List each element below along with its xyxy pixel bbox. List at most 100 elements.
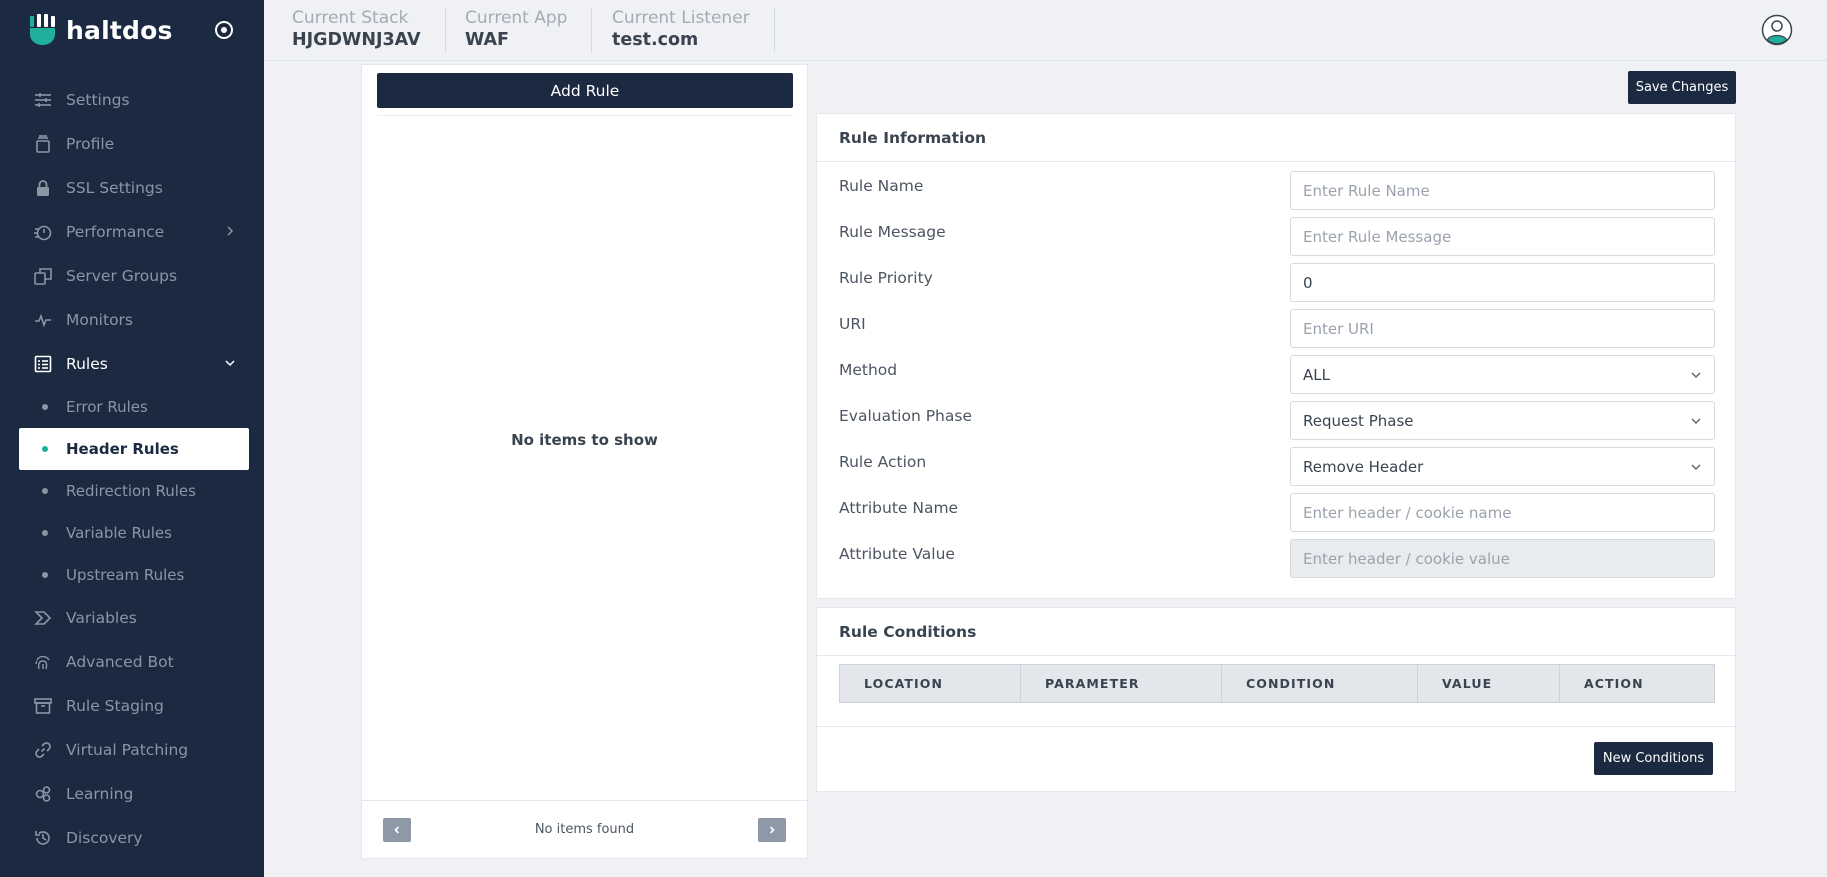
sidebar-item-label: SSL Settings: [66, 179, 163, 197]
list-icon: [34, 355, 52, 373]
sidebar: haltdos Settings Profile SSL Settings Pe…: [0, 0, 264, 877]
sidebar-item-label: Settings: [66, 91, 130, 109]
lock-icon: [34, 179, 52, 197]
method-row: Method ALL: [839, 355, 1715, 395]
current-stack[interactable]: Current Stack HJGDWNJ3AV: [292, 8, 446, 52]
rule-name-row: Rule Name Enter Rule Name: [839, 171, 1715, 211]
uri-label: URI: [839, 315, 866, 333]
rule-priority-row: Rule Priority 0: [839, 263, 1715, 303]
current-app-label: Current App: [465, 8, 568, 28]
sidebar-item-discovery[interactable]: Discovery: [0, 816, 264, 860]
uri-row: URI Enter URI: [839, 309, 1715, 349]
rule-information-title: Rule Information: [817, 114, 1735, 162]
archive-icon: [34, 697, 52, 715]
sidebar-subitem-label: Header Rules: [66, 440, 179, 458]
rule-conditions-title: Rule Conditions: [817, 608, 1735, 656]
sidebar-subitem-header-rules[interactable]: Header Rules: [19, 428, 249, 470]
attribute-name-row: Attribute Name Enter header / cookie nam…: [839, 493, 1715, 533]
sidebar-item-virtual-patching[interactable]: Virtual Patching: [0, 728, 264, 772]
sidebar-item-learning[interactable]: Learning: [0, 772, 264, 816]
current-listener-label: Current Listener: [612, 8, 750, 28]
bullet-icon: [42, 446, 48, 452]
target-icon[interactable]: [214, 20, 234, 40]
chevron-right-icon: [769, 826, 775, 834]
bullet-icon: [42, 572, 48, 578]
chevron-down-icon: [1691, 372, 1701, 378]
sidebar-item-label: Server Groups: [66, 267, 178, 285]
sidebar-item-rule-staging[interactable]: Rule Staging: [0, 684, 264, 728]
rule-list-panel: Add Rule No items to show No items found: [361, 64, 808, 859]
rule-conditions-card: Rule Conditions LOCATION PARAMETER CONDI…: [816, 607, 1736, 792]
sidebar-item-server-groups[interactable]: Server Groups: [0, 254, 264, 298]
method-select[interactable]: ALL: [1290, 355, 1715, 394]
sidebar-item-label: Variables: [66, 609, 137, 627]
sidebar-subitem-label: Variable Rules: [66, 524, 172, 542]
rule-message-label: Rule Message: [839, 223, 946, 241]
user-avatar-icon[interactable]: [1761, 14, 1793, 46]
uri-input[interactable]: Enter URI: [1290, 309, 1715, 348]
sidebar-nav: Settings Profile SSL Settings Performanc…: [0, 78, 264, 860]
chevron-down-icon: [1691, 418, 1701, 424]
evaluation-phase-select[interactable]: Request Phase: [1290, 401, 1715, 440]
new-conditions-button[interactable]: New Conditions: [1594, 742, 1713, 775]
attribute-value-input[interactable]: Enter header / cookie value: [1290, 539, 1715, 578]
empty-list-message: No items to show: [511, 431, 658, 449]
stopwatch-icon: [34, 223, 52, 241]
sidebar-item-rules[interactable]: Rules: [0, 342, 264, 386]
attribute-value-label: Attribute Value: [839, 545, 955, 563]
sidebar-item-ssl-settings[interactable]: SSL Settings: [0, 166, 264, 210]
sidebar-subitem-redirection-rules[interactable]: Redirection Rules: [0, 470, 264, 512]
sidebar-subitem-variable-rules[interactable]: Variable Rules: [0, 512, 264, 554]
history-icon: [34, 829, 52, 847]
sidebar-item-profile[interactable]: Profile: [0, 122, 264, 166]
copy-icon: [34, 267, 52, 285]
sidebar-item-monitors[interactable]: Monitors: [0, 298, 264, 342]
sidebar-item-performance[interactable]: Performance: [0, 210, 264, 254]
rule-message-row: Rule Message Enter Rule Message: [839, 217, 1715, 257]
brand: haltdos: [0, 0, 264, 60]
rule-action-row: Rule Action Remove Header: [839, 447, 1715, 487]
bullet-icon: [42, 488, 48, 494]
evaluation-phase-row: Evaluation Phase Request Phase: [839, 401, 1715, 441]
rule-list-footer: No items found: [362, 800, 807, 858]
rule-message-input[interactable]: Enter Rule Message: [1290, 217, 1715, 256]
add-rule-button[interactable]: Add Rule: [377, 73, 793, 108]
sidebar-item-label: Rule Staging: [66, 697, 164, 715]
method-select-value: ALL: [1303, 365, 1330, 384]
rule-action-select-value: Remove Header: [1303, 457, 1424, 476]
sidebar-item-label: Rules: [66, 355, 108, 373]
sliders-icon: [34, 91, 52, 109]
topbar: Current Stack HJGDWNJ3AV Current App WAF…: [264, 0, 1827, 61]
conditions-table-header: LOCATION PARAMETER CONDITION VALUE ACTIO…: [839, 664, 1715, 703]
sidebar-subitem-label: Error Rules: [66, 398, 148, 416]
sidebar-item-advanced-bot[interactable]: Advanced Bot: [0, 640, 264, 684]
rule-priority-input[interactable]: 0: [1290, 263, 1715, 302]
sidebar-subitem-error-rules[interactable]: Error Rules: [0, 386, 264, 428]
chevron-right-icon: [227, 226, 234, 236]
save-changes-button[interactable]: Save Changes: [1628, 71, 1736, 104]
attribute-name-input[interactable]: Enter header / cookie name: [1290, 493, 1715, 532]
sidebar-subitem-label: Redirection Rules: [66, 482, 196, 500]
current-app-value: WAF: [465, 30, 510, 50]
haltdos-logo-icon: [30, 14, 55, 45]
brand-name: haltdos: [66, 15, 173, 45]
next-page-button[interactable]: [758, 818, 786, 842]
fingerprint-icon: [34, 653, 52, 671]
current-listener[interactable]: Current Listener test.com: [612, 8, 775, 52]
rule-information-card: Rule Information Rule Name Enter Rule Na…: [816, 113, 1736, 599]
current-app[interactable]: Current App WAF: [465, 8, 593, 52]
column-header-location: LOCATION: [840, 665, 1021, 702]
rule-action-select[interactable]: Remove Header: [1290, 447, 1715, 486]
attribute-value-row: Attribute Value Enter header / cookie va…: [839, 539, 1715, 579]
sidebar-item-label: Advanced Bot: [66, 653, 174, 671]
evaluation-phase-label: Evaluation Phase: [839, 407, 972, 425]
attribute-name-label: Attribute Name: [839, 499, 959, 517]
sidebar-subitem-upstream-rules[interactable]: Upstream Rules: [0, 554, 264, 596]
bullet-icon: [42, 404, 48, 410]
sidebar-item-variables[interactable]: Variables: [0, 596, 264, 640]
chevron-down-icon: [1691, 464, 1701, 470]
rule-name-input[interactable]: Enter Rule Name: [1290, 171, 1715, 210]
sidebar-item-label: Learning: [66, 785, 134, 803]
sidebar-item-settings[interactable]: Settings: [0, 78, 264, 122]
profile-icon: [34, 135, 52, 153]
